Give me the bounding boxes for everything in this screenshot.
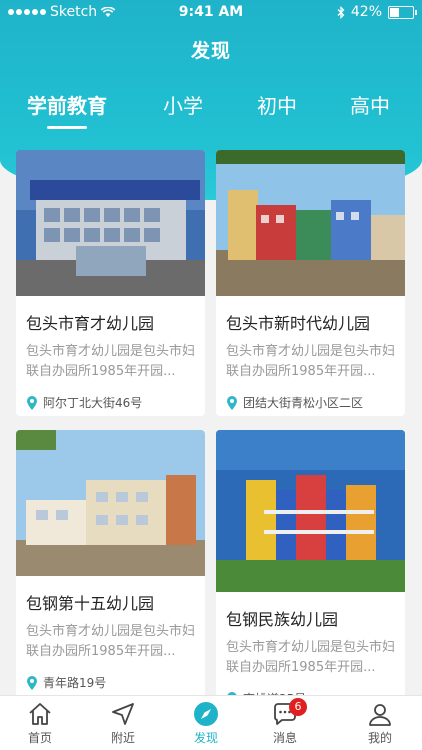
tabbar-nearby-label: 附近 xyxy=(110,731,135,745)
navigation-icon xyxy=(112,703,134,725)
location-pin-icon xyxy=(27,675,37,690)
tab-primary[interactable]: 小学 xyxy=(163,90,203,119)
school-photo xyxy=(216,430,405,592)
home-icon xyxy=(29,703,51,725)
school-address-text: 阿尔丁北大街46号 xyxy=(43,396,143,410)
school-photo xyxy=(216,150,405,296)
school-name: 包头市新时代幼儿园 xyxy=(226,314,371,333)
tab-junior[interactable]: 初中 xyxy=(257,90,297,119)
school-name: 包钢民族幼儿园 xyxy=(226,610,339,629)
tabbar-profile-label: 我的 xyxy=(367,731,392,745)
bottom-tab-bar: 首页 附近 发现 6 消息 我的 xyxy=(0,695,422,750)
school-photo xyxy=(16,430,205,576)
tab-senior[interactable]: 高中 xyxy=(350,90,390,119)
tabbar-messages[interactable]: 6 消息 xyxy=(255,698,315,746)
school-photo xyxy=(16,150,205,296)
message-badge: 6 xyxy=(289,698,307,716)
school-card[interactable]: 包头市新时代幼儿园 包头市育才幼儿园是包头市妇联自办园所1985年开园... 团… xyxy=(216,150,405,416)
school-address-text: 青年路19号 xyxy=(43,676,107,690)
school-address: 团结大街青松小区二区 xyxy=(226,394,395,411)
active-tab-indicator xyxy=(47,126,87,129)
category-tabs: 学前教育 小学 初中 高中 xyxy=(0,90,422,130)
school-description: 包头市育才幼儿园是包头市妇联自办园所1985年开园... xyxy=(26,344,195,379)
location-pin-icon xyxy=(27,395,37,410)
school-address: 青年路19号 xyxy=(26,674,195,691)
tabbar-messages-label: 消息 xyxy=(272,731,297,745)
page-title: 发现 xyxy=(190,40,231,62)
school-description: 包头市育才幼儿园是包头市妇联自办园所1985年开园... xyxy=(26,624,195,659)
battery-icon xyxy=(388,5,417,19)
school-description: 包头市育才幼儿园是包头市妇联自办园所1985年开园... xyxy=(226,344,395,379)
school-address: 阿尔丁北大街46号 xyxy=(26,394,195,411)
tabbar-nearby[interactable]: 附近 xyxy=(93,700,153,746)
school-address-text: 团结大街青松小区二区 xyxy=(243,396,364,410)
school-description: 包头市育才幼儿园是包头市妇联自办园所1985年开园... xyxy=(226,640,395,675)
school-name: 包钢第十五幼儿园 xyxy=(26,594,155,613)
tabbar-discover-label: 发现 xyxy=(193,731,218,745)
bluetooth-icon xyxy=(337,5,345,19)
tabbar-profile[interactable]: 我的 xyxy=(350,700,410,746)
tabbar-discover[interactable]: 发现 xyxy=(176,700,236,746)
location-pin-icon xyxy=(227,395,237,410)
tabbar-home[interactable]: 首页 xyxy=(10,700,70,746)
tabbar-home-label: 首页 xyxy=(27,731,52,745)
school-card[interactable]: 包头市育才幼儿园 包头市育才幼儿园是包头市妇联自办园所1985年开园... 阿尔… xyxy=(16,150,205,416)
battery-percent: 42% xyxy=(350,4,382,20)
user-icon xyxy=(369,704,391,726)
school-card[interactable]: 包钢民族幼儿园 包头市育才幼儿园是包头市妇联自办园所1985年开园... 南排道… xyxy=(216,430,405,700)
discover-icon xyxy=(194,702,218,726)
school-name: 包头市育才幼儿园 xyxy=(26,314,155,333)
status-bar: Sketch 9:41 AM 42% xyxy=(0,0,422,26)
tab-preschool[interactable]: 学前教育 xyxy=(27,90,107,119)
school-card[interactable]: 包钢第十五幼儿园 包头市育才幼儿园是包头市妇联自办园所1985年开园... 青年… xyxy=(16,430,205,700)
